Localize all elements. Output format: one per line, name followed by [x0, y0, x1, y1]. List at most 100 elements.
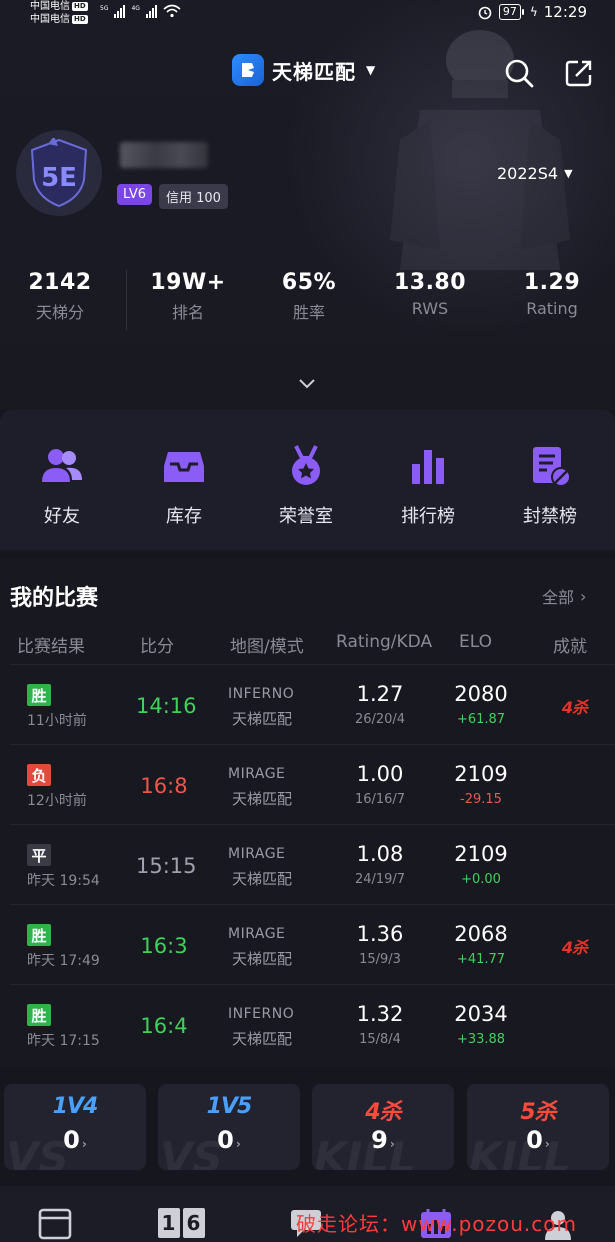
highlight-card-4k[interactable]: KILL 4杀 9 › [312, 1084, 454, 1170]
card-value: 0 [63, 1126, 80, 1154]
stat-label: RWS [411, 299, 449, 318]
elo-delta: +33.88 [456, 1032, 506, 1047]
divider [10, 904, 615, 905]
credit-badge: 信用 100 [159, 184, 228, 209]
quick-nav-inventory[interactable]: 库存 [139, 444, 229, 528]
rating-value: 1.36 [356, 922, 404, 946]
clock: 12:29 [543, 3, 587, 21]
match-score: 14:16 [136, 694, 197, 718]
divider [10, 664, 615, 665]
season-selector[interactable]: 2022S4 ▼ [497, 164, 573, 183]
friends-icon [42, 449, 82, 482]
leaderboard-icon [412, 450, 444, 484]
match-score: 16:3 [140, 934, 188, 958]
app-logo-icon [232, 54, 264, 86]
card-value: 0 [217, 1126, 234, 1154]
kda-value: 15/9/3 [359, 952, 401, 967]
match-score: 15:15 [136, 854, 197, 878]
quick-nav-label: 荣誉室 [279, 506, 333, 527]
stats-row: 2142 天梯分 19W+ 排名 65% 胜率 13.80 RWS 1.29 R… [0, 270, 615, 334]
match-time: 昨天 19:54 [27, 873, 100, 889]
chevron-right-icon: › [544, 1137, 550, 1151]
stat-rws: 13.80 RWS [370, 270, 490, 318]
match-row[interactable]: 胜 昨天 17:49 16:3 MIRAGE 天梯匹配 1.36 15/9/3 … [0, 906, 615, 986]
card-value: 0 [526, 1126, 543, 1154]
highlight-card-5k[interactable]: KILL 5杀 0 › [467, 1084, 609, 1170]
map-name: INFERNO [228, 686, 295, 702]
view-all-link[interactable]: 全部 › [542, 584, 586, 608]
hd-badge: HD [72, 15, 88, 24]
quick-nav-leaderboard[interactable]: 排行榜 [383, 444, 473, 528]
elo-value: 2109 [454, 842, 508, 866]
scoreboard-digit: 1 [157, 1208, 180, 1238]
mode-selector[interactable]: 天梯匹配 ▼ [232, 54, 375, 86]
map-name: INFERNO [228, 1006, 295, 1022]
divider [126, 270, 127, 330]
chevron-down-icon: ▼ [564, 167, 573, 180]
elo-delta: +41.77 [456, 952, 506, 967]
chevron-down-icon: ▼ [366, 63, 376, 77]
kda-value: 26/20/4 [354, 712, 406, 727]
column-header-result: 比赛结果 [17, 637, 85, 657]
expand-chevron-icon[interactable] [297, 376, 317, 390]
match-row[interactable]: 负 12小时前 16:8 MIRAGE 天梯匹配 1.00 16/16/7 21… [0, 746, 615, 826]
watermark-text: 破走论坛：www.pozou.com [296, 1212, 578, 1236]
username-blurred [120, 142, 208, 168]
share-icon [565, 60, 592, 87]
card-label: 5杀 [520, 1100, 556, 1125]
signal-icons: 5G 4G [100, 4, 181, 18]
carrier-1: 中国电信 [30, 1, 70, 12]
status-bar: 中国电信 HD 中国电信 HD 5G 4G 97 ϟ 12:29 [0, 0, 615, 30]
stat-value: 19W+ [150, 270, 226, 295]
quick-nav-friends[interactable]: 好友 [17, 444, 107, 528]
stat-ladder-score: 2142 天梯分 [0, 270, 120, 323]
card-label: 4杀 [365, 1100, 401, 1125]
quick-nav-ban-list[interactable]: 封禁榜 [505, 444, 595, 528]
match-row[interactable]: 胜 昨天 17:15 16:4 INFERNO 天梯匹配 1.32 15/8/4… [0, 986, 615, 1066]
column-header-elo: ELO [459, 632, 492, 652]
highlight-cards: VS 1V4 0 › VS 1V5 0 › KILL 4杀 9 › KILL 5杀 0… [0, 1084, 615, 1170]
stat-win-rate: 65% 胜率 [249, 270, 369, 323]
avatar-logo-text: 5E [41, 163, 77, 193]
card-value: 9 [371, 1126, 388, 1154]
avatar[interactable]: 5E [16, 130, 102, 216]
nav-scoreboard[interactable]: 1 6 [156, 1208, 206, 1242]
battery-level: 97 [498, 4, 524, 20]
map-name: MIRAGE [228, 846, 286, 862]
column-header-rating: Rating/KDA [336, 632, 433, 652]
result-badge: 胜 [27, 684, 51, 706]
share-button[interactable] [562, 56, 596, 90]
match-row[interactable]: 平 昨天 19:54 15:15 MIRAGE 天梯匹配 1.08 24/19/… [0, 826, 615, 906]
match-row[interactable]: 胜 11小时前 14:16 INFERNO 天梯匹配 1.27 26/20/4 … [0, 666, 615, 746]
highlight-card-1v4[interactable]: VS 1V4 0 › [4, 1084, 146, 1170]
map-name: MIRAGE [228, 766, 286, 782]
net-5g: 5G [100, 5, 109, 12]
rating-value: 1.00 [356, 762, 404, 786]
achievement-4k-badge: 4杀 [562, 938, 588, 957]
search-button[interactable] [502, 56, 536, 90]
rating-value: 1.32 [356, 1002, 404, 1026]
chevron-right-icon: › [81, 1137, 87, 1151]
hd-badge: HD [72, 2, 88, 11]
season-label: 2022S4 [497, 164, 559, 183]
kda-value: 16/16/7 [354, 792, 406, 807]
divider [10, 984, 615, 985]
divider [10, 744, 615, 745]
quick-nav-honor[interactable]: 荣誉室 [261, 444, 351, 528]
highlight-card-1v5[interactable]: VS 1V5 0 › [158, 1084, 300, 1170]
my-matches-section: 我的比赛 全部 › 比赛结果 比分 地图/模式 Rating/KDA ELO 成… [0, 558, 615, 1068]
window-icon [38, 1208, 72, 1240]
match-time: 12小时前 [27, 793, 87, 809]
scoreboard-digit: 6 [182, 1208, 205, 1238]
status-right: 97 ϟ 12:29 [477, 3, 587, 21]
level-badge: LV6 [117, 184, 152, 205]
match-mode: 天梯匹配 [232, 1030, 293, 1048]
charging-icon: ϟ [529, 5, 538, 19]
chevron-right-icon: › [235, 1137, 241, 1151]
view-all-label: 全部 [542, 588, 575, 607]
profile-block: 5E LV6 信用 100 2022S4 ▼ [0, 128, 615, 228]
nav-home[interactable] [37, 1208, 73, 1242]
net-4g: 4G [131, 5, 140, 12]
carrier-2: 中国电信 [30, 14, 70, 25]
elo-delta: +61.87 [456, 712, 506, 727]
